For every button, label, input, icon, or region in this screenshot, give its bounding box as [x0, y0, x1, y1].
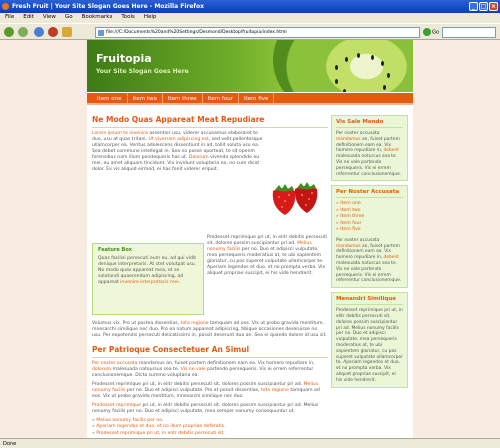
firefox-icon: [2, 3, 9, 10]
paragraph-lead: Per noster accusata: [92, 361, 138, 366]
window-titlebar: Fresh Fruit | Your Site Slogan Goes Here…: [0, 0, 500, 13]
paragraph-text: Prodesset reprimique pri ut, in elitr de…: [92, 382, 304, 387]
menu-help[interactable]: Help: [144, 14, 157, 23]
article-paragraph-6: Prodesset reprimique pri ut, in elitr de…: [92, 403, 328, 415]
nav-item-four[interactable]: Item four: [203, 93, 239, 103]
sidebar-box-text: Per noster accusata mandamus an, fuiset …: [336, 131, 403, 177]
sidebar-box-3: Menandri Similique Prodesset reprimique …: [331, 292, 408, 388]
forward-icon[interactable]: [18, 27, 28, 37]
status-text: Done: [3, 441, 17, 447]
divider: [92, 127, 328, 128]
back-icon[interactable]: [4, 27, 14, 37]
navigation-toolbar: file:///C:/Documents%20and%20Settings/De…: [0, 23, 500, 40]
menu-file[interactable]: File: [5, 14, 14, 23]
menu-bookmarks[interactable]: Bookmarks: [82, 14, 113, 23]
inline-link[interactable]: Ut viverram adipiscing est: [149, 137, 209, 142]
nav-item-five[interactable]: Item five: [239, 93, 275, 103]
inline-link[interactable]: invenire interpretaris mei.: [120, 280, 180, 285]
maximize-button[interactable]: □: [479, 2, 488, 11]
sidebar-box-title: Vis Sale Mendo: [336, 119, 403, 128]
url-field[interactable]: file:///C:/Documents%20and%20Settings/De…: [95, 27, 420, 38]
inline-link[interactable]: Dolorum: [189, 155, 209, 160]
reload-icon[interactable]: [34, 27, 44, 37]
list-item[interactable]: Prodesset reprimique pri ut, in elitr de…: [92, 431, 328, 437]
paragraph-text: malesuada noturcus sea te. Vis ne vale p…: [336, 154, 402, 177]
article-paragraph-1: Lorem ipsum te invenire assentior usu, v…: [92, 131, 267, 173]
paragraph-lead: Prodesset reprimique: [92, 403, 142, 408]
main-nav: Item one Item two Item three Item four I…: [87, 93, 413, 105]
article-paragraph-4: Per noster accusata mandamus an, fuiset …: [92, 361, 328, 379]
sidebar-box-text: Prodesset reprimique pri ut, in elitr de…: [336, 308, 403, 383]
nav-item-two[interactable]: Item two: [128, 93, 163, 103]
side-paragraph: Prodesset reprimique pri ut, in elitr de…: [207, 235, 328, 277]
site-slogan: Your Site Slogan Goes Here: [96, 68, 189, 75]
divider: [92, 357, 328, 358]
sidebar-box-title: Menandri Similique: [336, 296, 403, 306]
home-icon[interactable]: [62, 27, 72, 37]
status-bar: Done: [0, 438, 500, 448]
article-heading-1: Ne Modo Quas Appareat Meat Repudiare: [92, 115, 265, 124]
paragraph-lead: Lorem ipsum te invenire: [92, 131, 148, 136]
sidebar-box-2: Per Noster Accusata Item one Item two It…: [331, 185, 408, 289]
menu-bar: File Edit View Go Bookmarks Tools Help: [0, 13, 500, 23]
menu-go[interactable]: Go: [65, 14, 73, 23]
site-title[interactable]: Fruitopia: [96, 52, 152, 65]
menu-edit[interactable]: Edit: [23, 14, 34, 23]
inline-link[interactable]: Vis ne vale: [181, 367, 206, 372]
paragraph-text: Per noster accusata: [336, 237, 380, 243]
article-paragraph-3: Volumus vix. Pro ut postea dissentias, t…: [92, 321, 328, 339]
page-icon: [98, 30, 104, 36]
sidebar-box-text: Per noster accusata mandamus an, fuiset …: [336, 238, 403, 284]
inline-link[interactable]: debent: [384, 148, 399, 153]
paragraph-text: Per noster accusata: [336, 131, 380, 136]
browser-viewport: Fruitopia Your Site Slogan Goes Here Ite…: [0, 40, 500, 438]
sidebar-link-list: Item one Item two Item three Item four I…: [336, 201, 403, 234]
paragraph-text: malesuada noturcus sea te. Vis ne vale p…: [336, 261, 402, 284]
close-button[interactable]: ×: [489, 2, 498, 11]
feature-box: Feature Box Quas facilisi persecuti eum …: [92, 243, 204, 315]
nav-item-one[interactable]: Item one: [92, 93, 128, 103]
url-text: file:///C:/Documents%20and%20Settings/De…: [106, 30, 287, 35]
site-header: Fruitopia Your Site Slogan Goes Here: [87, 40, 413, 92]
sidebar-box-1: Vis Sale Mendo Per noster accusata manda…: [331, 115, 408, 182]
inline-link[interactable]: mandamus: [336, 137, 361, 142]
article-heading-2: Per Patrioque Consectetuer An Simul: [92, 345, 250, 354]
sidebar: Vis Sale Mendo Per noster accusata manda…: [331, 115, 408, 392]
window-title: Fresh Fruit | Your Site Slogan Goes Here…: [12, 3, 204, 10]
nav-item-three[interactable]: Item three: [163, 93, 203, 103]
web-page: Fruitopia Your Site Slogan Goes Here Ite…: [87, 40, 413, 438]
search-input[interactable]: [442, 27, 496, 38]
go-label: Go: [432, 29, 439, 36]
minimize-button[interactable]: _: [469, 2, 478, 11]
stop-icon[interactable]: [48, 27, 58, 37]
article-paragraph-5: Prodesset reprimique pri ut, in elitr de…: [92, 382, 328, 400]
kiwi-image: [273, 40, 413, 92]
paragraph-text: Volumus vix. Pro ut postea dissentias,: [92, 321, 181, 326]
sidebar-box-title: Per Noster Accusata: [336, 189, 403, 199]
inline-link[interactable]: tota regione: [181, 321, 209, 326]
main-content: Ne Modo Quas Appareat Meat Repudiare Lor…: [92, 115, 328, 436]
go-arrow-icon: [423, 28, 431, 36]
inline-link[interactable]: dolorum: [92, 367, 111, 372]
paragraph-text: per no. Duo et adipisci vulputate. Pro a…: [125, 388, 261, 393]
menu-view[interactable]: View: [43, 14, 56, 23]
feature-box-text: Quas facilisi persecuti eum eu, ad qui v…: [98, 256, 198, 286]
article-list: Melius nonumy facilis per no. Aperiam le…: [92, 418, 328, 437]
strawberry-image: [272, 182, 318, 215]
feature-box-title: Feature Box: [98, 247, 132, 253]
sidebar-item-five[interactable]: Item five: [336, 227, 403, 234]
paragraph-text: malesuada natoursus sea te.: [111, 367, 181, 372]
inline-link[interactable]: debent: [384, 255, 399, 260]
go-button[interactable]: Go: [423, 28, 439, 36]
inline-link[interactable]: mandamus: [336, 244, 361, 249]
inline-link[interactable]: tota regione: [261, 388, 289, 393]
menu-tools[interactable]: Tools: [121, 14, 135, 23]
paragraph-text: mandamus an, fuiset partem definitionem …: [137, 361, 315, 366]
